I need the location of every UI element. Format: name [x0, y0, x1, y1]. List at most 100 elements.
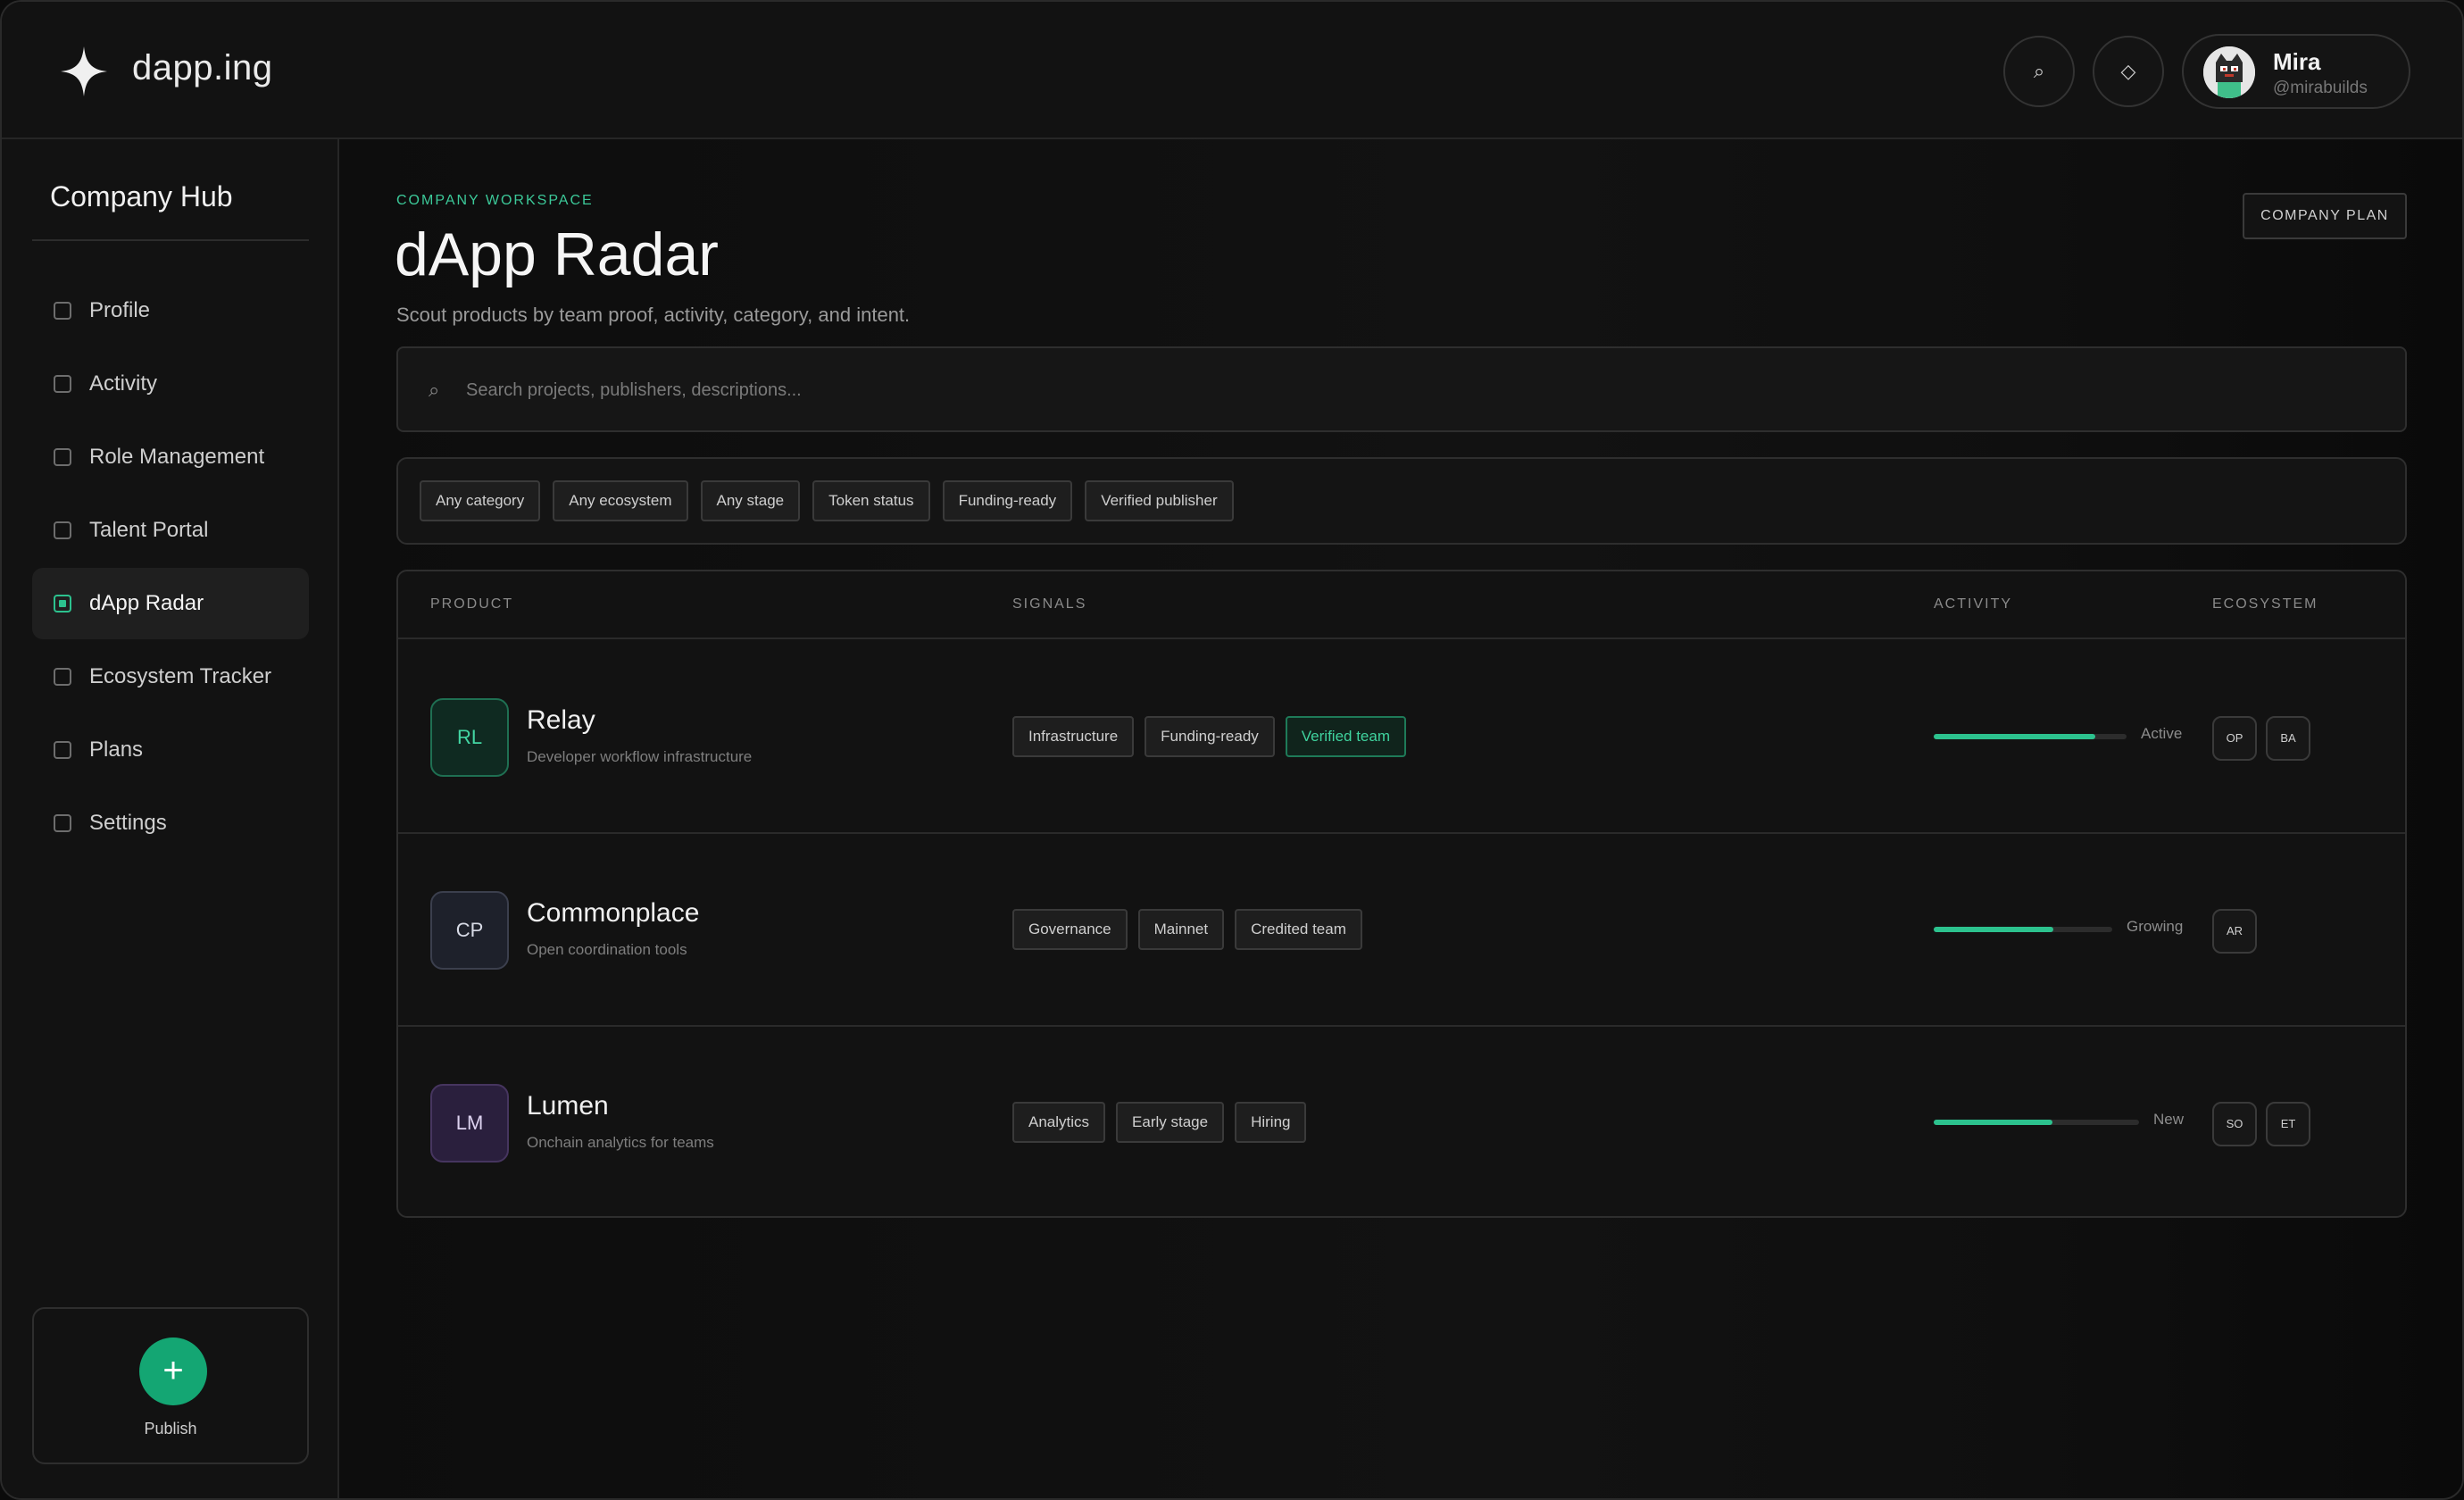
sidebar-item-role-management[interactable]: Role Management [32, 421, 309, 493]
page-title: dApp Radar [395, 221, 719, 288]
activity-fill [1934, 1120, 2053, 1125]
signal-tag[interactable]: Analytics [1012, 1102, 1106, 1143]
signals-list: Infrastructure Funding-ready Verified te… [1012, 716, 1407, 757]
company-plan-button[interactable]: COMPANY PLAN [2243, 193, 2407, 239]
page-eyebrow: COMPANY WORKSPACE [396, 193, 594, 208]
product-description: Developer workflow infrastructure [527, 748, 753, 765]
product-name[interactable]: Lumen [527, 1091, 609, 1121]
sidebar-item-plans[interactable]: Plans [32, 714, 309, 786]
activity-track [1934, 1120, 2139, 1125]
activity-label: New [2153, 1111, 2185, 1128]
publish-label: Publish [144, 1420, 197, 1438]
activity-fill [1934, 927, 2053, 932]
user-handle: @mirabuilds [2273, 79, 2368, 97]
table-row[interactable]: RL Relay Developer workflow infrastructu… [398, 641, 2405, 834]
sidebar-item-dapp-radar[interactable]: dApp Radar [32, 568, 309, 639]
signal-tag[interactable]: Verified team [1285, 716, 1407, 757]
publish-button[interactable]: + [139, 1338, 207, 1405]
search-icon: ⌕ [429, 379, 440, 401]
search-input[interactable] [466, 373, 1894, 407]
sidebar-item-label: Profile [89, 298, 151, 322]
ecosystem-list: OP BA [2212, 716, 2310, 761]
sidebar-item-activity[interactable]: Activity [32, 348, 309, 420]
activity-track [1934, 734, 2127, 739]
app-window: dapp.ing ⌕ ◇ Mira @mirabuilds Company Hu… [0, 0, 2464, 1500]
checkbox-icon [54, 521, 71, 539]
signal-tag[interactable]: Funding-ready [1145, 716, 1275, 757]
signal-tag[interactable]: Early stage [1116, 1102, 1225, 1143]
signal-tag[interactable]: Credited team [1235, 909, 1362, 950]
product-name[interactable]: Commonplace [527, 898, 699, 929]
signals-list: Analytics Early stage Hiring [1012, 1102, 1307, 1143]
products-table: PRODUCT SIGNALS ACTIVITY ECOSYSTEM RL Re… [396, 570, 2407, 1218]
checkbox-icon [54, 814, 71, 832]
product-badge: LM [430, 1084, 509, 1162]
signal-tag[interactable]: Mainnet [1137, 909, 1225, 950]
top-bar: dapp.ing ⌕ ◇ Mira @mirabuilds [2, 2, 2462, 139]
divider [32, 239, 309, 241]
avatar [2203, 46, 2255, 98]
filter-bar: Any category Any ecosystem Any stage Tok… [396, 457, 2407, 545]
checkbox-icon [54, 668, 71, 686]
sidebar-item-label: Plans [89, 738, 144, 762]
signals-list: Governance Mainnet Credited team [1012, 909, 1362, 950]
product-badge: RL [430, 698, 509, 777]
filter-category[interactable]: Any category [420, 480, 541, 521]
ecosystem-list: AR [2212, 909, 2257, 954]
signal-tag[interactable]: Governance [1012, 909, 1128, 950]
sidebar-item-profile[interactable]: Profile [32, 275, 309, 346]
column-header-product: PRODUCT [430, 596, 514, 612]
checkbox-icon [54, 375, 71, 393]
column-header-ecosystem: ECOSYSTEM [2212, 596, 2318, 612]
diamond-button[interactable]: ◇ [2093, 36, 2164, 107]
page-subtitle: Scout products by team proof, activity, … [396, 304, 911, 326]
activity-fill [1934, 734, 2096, 739]
sidebar-item-label: Settings [89, 811, 167, 835]
product-description: Open coordination tools [527, 941, 687, 958]
sidebar-item-settings[interactable]: Settings [32, 788, 309, 859]
user-name: Mira [2273, 48, 2321, 75]
search-bar: ⌕ [396, 346, 2407, 432]
search-button[interactable]: ⌕ [2003, 36, 2075, 107]
plus-icon: + [162, 1351, 184, 1390]
brand-name[interactable]: dapp.ing [132, 48, 272, 88]
sidebar-item-label: dApp Radar [89, 591, 204, 615]
sidebar-item-label: Talent Portal [89, 518, 209, 542]
sidebar-item-talent-portal[interactable]: Talent Portal [32, 495, 309, 566]
sidebar-item-label: Role Management [89, 445, 265, 469]
table-row[interactable]: LM Lumen Onchain analytics for teams Ana… [398, 1027, 2405, 1216]
checkbox-icon [54, 741, 71, 759]
signal-tag[interactable]: Hiring [1235, 1102, 1307, 1143]
ecosystem-chip[interactable]: ET [2266, 1102, 2310, 1146]
ecosystem-chip[interactable]: AR [2212, 909, 2257, 954]
publish-card: + Publish [32, 1307, 309, 1464]
ecosystem-chip[interactable]: SO [2212, 1102, 2257, 1146]
checkbox-checked-icon [54, 595, 71, 612]
sidebar-item-label: Ecosystem Tracker [89, 664, 272, 688]
activity-label: Active [2141, 725, 2183, 742]
column-header-activity: ACTIVITY [1934, 596, 2013, 612]
filter-verified-publisher[interactable]: Verified publisher [1085, 480, 1234, 521]
sidebar-item-ecosystem-tracker[interactable]: Ecosystem Tracker [32, 641, 309, 712]
sidebar-nav: Profile Activity Role Management Talent … [32, 275, 309, 861]
column-header-signals: SIGNALS [1012, 596, 1087, 612]
main-content: COMPANY WORKSPACE dApp Radar Scout produ… [339, 139, 2462, 1498]
product-name[interactable]: Relay [527, 705, 595, 736]
checkbox-icon [54, 448, 71, 466]
filter-stage[interactable]: Any stage [700, 480, 801, 521]
ecosystem-chip[interactable]: OP [2212, 716, 2257, 761]
sparkle-logo-icon [61, 46, 107, 96]
user-menu[interactable]: Mira @mirabuilds [2182, 34, 2410, 109]
search-icon: ⌕ [2033, 60, 2045, 82]
ecosystem-chip[interactable]: BA [2266, 716, 2310, 761]
product-badge: CP [430, 891, 509, 970]
filter-ecosystem[interactable]: Any ecosystem [553, 480, 688, 521]
sidebar-title: Company Hub [50, 180, 233, 212]
sidebar: Company Hub Profile Activity Role Manage… [2, 139, 339, 1498]
signal-tag[interactable]: Infrastructure [1012, 716, 1135, 757]
activity-track [1934, 927, 2112, 932]
diamond-icon: ◇ [2120, 60, 2136, 82]
filter-token-status[interactable]: Token status [812, 480, 930, 521]
table-row[interactable]: CP Commonplace Open coordination tools G… [398, 834, 2405, 1027]
filter-funding-ready[interactable]: Funding-ready [942, 480, 1073, 521]
